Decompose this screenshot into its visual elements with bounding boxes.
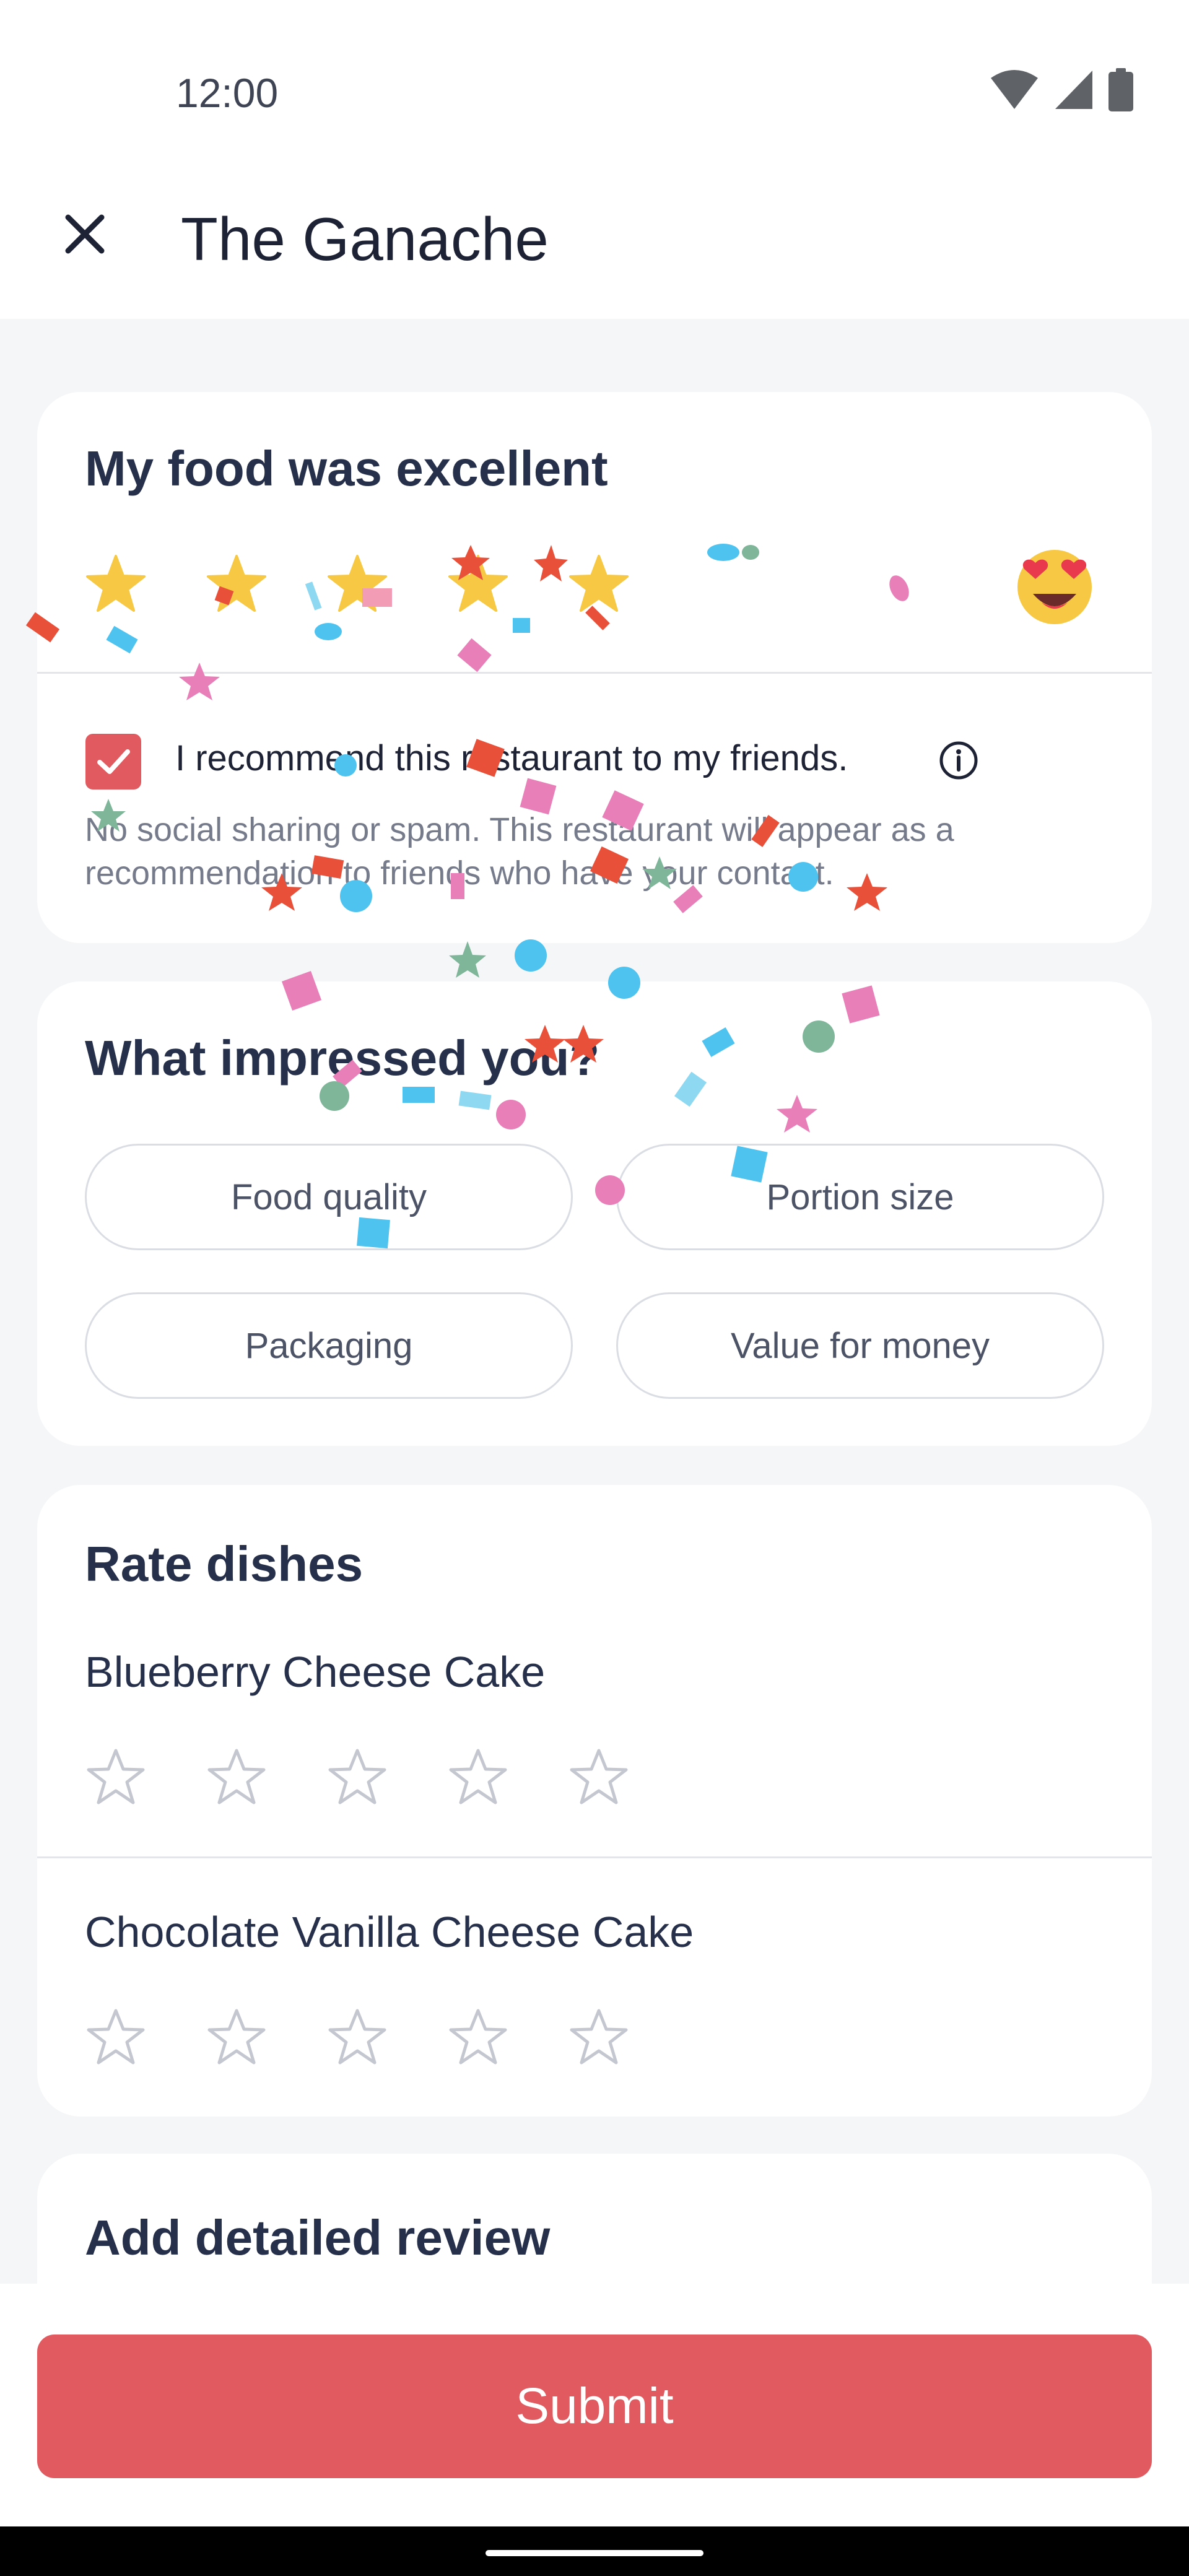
home-gesture-handle[interactable] [486, 2550, 703, 2556]
star-empty-icon[interactable] [85, 1746, 147, 1808]
overall-star-rating[interactable] [85, 553, 630, 615]
chip-food-quality[interactable]: Food quality [85, 1144, 573, 1250]
star-filled-icon[interactable] [85, 553, 147, 615]
status-time: 12:00 [176, 70, 279, 116]
overall-rating-title: My food was excellent [85, 441, 608, 496]
recommend-disclaimer: No social sharing or spam. This restaura… [85, 811, 954, 892]
star-empty-icon[interactable] [568, 1746, 630, 1808]
page-title: The Ganache [181, 205, 549, 273]
recommend-checkbox[interactable] [85, 734, 141, 790]
battery-icon [1108, 68, 1133, 111]
divider [37, 672, 1152, 674]
dish-star-rating[interactable] [85, 1746, 630, 1808]
rate-dishes-title: Rate dishes [85, 1536, 364, 1591]
close-icon [65, 214, 105, 254]
dish-name: Chocolate Vanilla Cheese Cake [85, 1908, 694, 1956]
recommend-label[interactable]: I recommend this restaurant to my friend… [175, 738, 848, 779]
star-empty-icon[interactable] [85, 2006, 147, 2068]
star-empty-icon[interactable] [326, 2006, 388, 2068]
impressed-card: What impressed you? Food quality Portion… [37, 981, 1152, 1446]
star-empty-icon[interactable] [206, 1746, 268, 1808]
chip-packaging[interactable]: Packaging [85, 1292, 573, 1399]
rate-dishes-card: Rate dishes Blueberry Cheese Cake Chocol… [37, 1485, 1152, 2117]
impressed-title: What impressed you? [85, 1030, 600, 1086]
checkmark-icon [97, 749, 130, 774]
star-empty-icon[interactable] [447, 2006, 509, 2068]
star-empty-icon[interactable] [206, 2006, 268, 2068]
dish-star-rating[interactable] [85, 2006, 630, 2068]
close-button[interactable] [45, 194, 125, 274]
wifi-icon [991, 70, 1038, 109]
chip-portion-size[interactable]: Portion size [616, 1144, 1104, 1250]
status-bar: 12:00 [0, 0, 1189, 186]
divider [37, 1856, 1152, 1858]
star-empty-icon[interactable] [447, 1746, 509, 1808]
overall-rating-card: My food was excellent I recommend this r… [37, 392, 1152, 943]
star-filled-icon[interactable] [206, 553, 268, 615]
submit-button[interactable]: Submit [37, 2334, 1152, 2478]
info-icon[interactable] [938, 740, 979, 781]
detailed-review-title: Add detailed review [85, 2210, 551, 2265]
star-empty-icon[interactable] [568, 2006, 630, 2068]
star-empty-icon[interactable] [326, 1746, 388, 1808]
review-page: 12:00 The Ganache My food was excellent [0, 0, 1189, 2576]
dish-name: Blueberry Cheese Cake [85, 1648, 546, 1696]
signal-icon [1055, 71, 1092, 109]
star-filled-icon[interactable] [447, 553, 509, 615]
star-filled-icon[interactable] [568, 553, 630, 615]
chip-value-for-money[interactable]: Value for money [616, 1292, 1104, 1399]
status-icons [990, 68, 1133, 111]
app-bar [0, 186, 1189, 319]
star-filled-icon[interactable] [326, 553, 388, 615]
star-struck-heart-eyes-emoji [1017, 550, 1092, 624]
